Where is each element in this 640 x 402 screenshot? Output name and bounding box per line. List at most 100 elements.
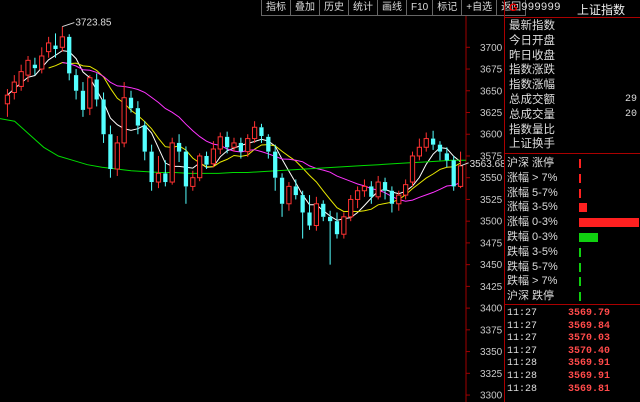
tick-label: 3400: [480, 304, 503, 315]
tick-price: 3570.40: [568, 345, 611, 357]
candle: [375, 175, 381, 200]
distribution-row: 跌幅 5-7%: [507, 260, 558, 274]
candle-body: [45, 42, 52, 53]
tick-label: 3450: [480, 260, 503, 271]
distribution-label: 跌幅 0-3%: [507, 231, 558, 243]
info-row: 上证换手: [509, 137, 637, 151]
toolbar-button[interactable]: 历史: [319, 0, 349, 16]
candle: [313, 196, 320, 231]
candle-body: [190, 177, 196, 187]
candle-body: [430, 138, 436, 145]
candle-body: [108, 134, 113, 170]
distribution-bar: [579, 218, 639, 228]
candle: [80, 82, 86, 117]
divider: [505, 304, 640, 305]
candle-body: [183, 151, 189, 187]
info-row: 最新指数: [509, 19, 637, 33]
candle: [341, 212, 347, 239]
toolbar-button[interactable]: F10: [406, 0, 434, 16]
candle: [94, 73, 99, 107]
distribution-row: 跌幅 > 7%: [507, 274, 557, 288]
index-code: 999999: [521, 2, 561, 14]
distribution-label: 跌幅 > 7%: [507, 275, 558, 288]
toolbar-button[interactable]: 标记: [432, 0, 463, 16]
divider: [505, 153, 640, 154]
info-row: 指数涨跌: [509, 63, 637, 77]
distribution-label: 沪深 跌停: [507, 290, 555, 303]
tick-label: 3650: [480, 86, 503, 97]
info-row: 昨日收盘: [509, 49, 637, 63]
tick-time: 11:27: [507, 333, 538, 345]
distribution-bar: [579, 277, 581, 287]
candle-body: [25, 59, 31, 76]
toolbar-button[interactable]: 叠加: [290, 0, 320, 16]
candle-body: [444, 153, 449, 161]
distribution-row: 沪深 涨停: [507, 156, 554, 170]
candle: [354, 186, 361, 209]
toolbar-button[interactable]: 画线: [377, 0, 407, 16]
candlestick-series: [4, 26, 464, 265]
tick-time: 11:28: [507, 371, 538, 382]
tick-price: 3569.91: [568, 358, 611, 370]
candle: [18, 64, 24, 91]
candle-body: [128, 97, 134, 109]
distribution-row: 跌幅 0-3%: [507, 230, 558, 244]
toolbar-button[interactable]: +自选: [461, 0, 498, 16]
toolbar-button[interactable]: 指标: [261, 0, 291, 16]
candle: [279, 173, 285, 217]
candle: [32, 57, 38, 76]
candle-body: [403, 184, 409, 196]
tick-label: 3375: [480, 325, 503, 336]
candle: [293, 179, 298, 200]
candle-body: [361, 185, 368, 192]
candle: [210, 141, 217, 168]
tick-label: 3675: [480, 65, 503, 76]
info-label: 上证换手: [509, 138, 555, 151]
info-label: 指数量比: [509, 123, 555, 136]
tick-row: 11:27 3569.79: [507, 308, 639, 319]
quote-panel: G 999999 上证指数 最新指数 今日开盘 昨日收盘 指数涨跌 指数涨幅 总成交额 29…: [504, 0, 640, 402]
chart-toolbar: 指标 叠加 历史 统计 画线 F10 标记 +自选 返回: [261, 0, 527, 16]
info-row: 指数涨幅: [509, 78, 637, 92]
candle-body: [4, 94, 11, 105]
candle-body: [451, 160, 456, 187]
toolbar-button[interactable]: 统计: [348, 0, 378, 16]
candle-body: [80, 90, 86, 110]
distribution-row: 沪深 跌停: [507, 289, 554, 303]
candle: [327, 210, 333, 265]
tick-label: 3350: [480, 347, 503, 358]
candle: [114, 135, 120, 176]
distribution-bar: [579, 159, 581, 168]
candle: [334, 212, 340, 239]
high-price-label: 3723.85: [75, 18, 112, 29]
distribution-label: 涨幅 3-5%: [507, 201, 558, 214]
tick-price: 3569.91: [568, 371, 611, 382]
candle: [369, 181, 374, 204]
info-label: 总成交额: [509, 94, 555, 106]
candle-body: [437, 144, 443, 152]
candle-body: [210, 148, 217, 165]
candle: [11, 75, 17, 100]
distribution-row: 涨幅 0-3%: [507, 215, 558, 229]
info-value: 29: [624, 94, 637, 105]
candle-body: [341, 216, 347, 235]
tick-label: 3625: [480, 108, 503, 119]
tick-row: 11:27 3569.84: [507, 321, 639, 332]
candle-body: [155, 172, 162, 183]
info-label: 指数涨跌: [509, 64, 555, 77]
candle-body: [321, 203, 326, 217]
candle-body: [176, 142, 182, 152]
tick-time: 11:27: [507, 345, 538, 357]
distribution-label: 跌幅 5-7%: [507, 260, 558, 273]
tick-label: 3525: [480, 195, 503, 206]
kline-chart[interactable]: 3700367536503625360035753550352535003475…: [0, 0, 504, 402]
candle-body: [169, 142, 175, 183]
candle: [251, 121, 258, 143]
candle: [59, 26, 65, 52]
candle-body: [334, 221, 340, 235]
candle: [231, 137, 237, 152]
candle: [430, 130, 436, 150]
candle-body: [18, 71, 24, 87]
candle: [382, 177, 388, 200]
candle-body: [307, 212, 312, 226]
